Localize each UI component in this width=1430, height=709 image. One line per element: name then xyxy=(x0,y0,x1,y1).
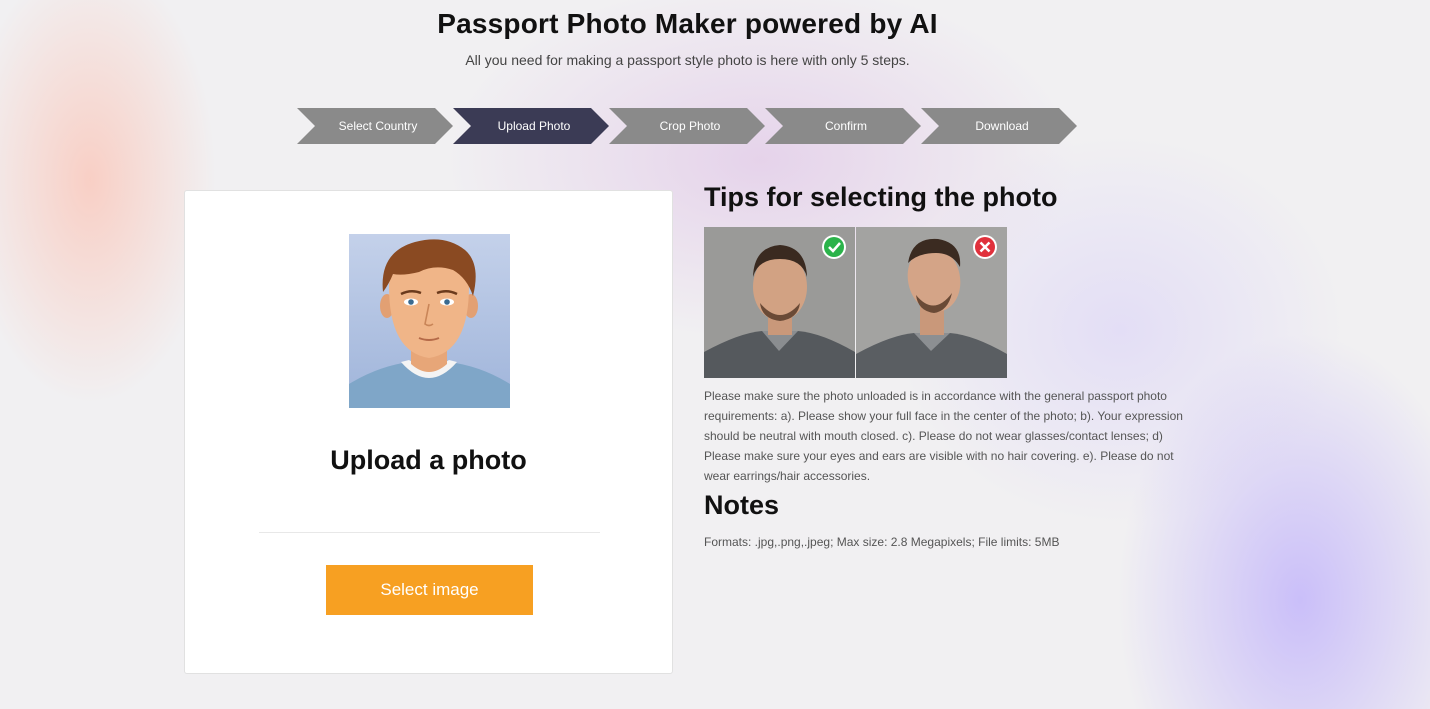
tips-section: Tips for selecting the photo Please make… xyxy=(704,182,1194,549)
step-label: Download xyxy=(975,119,1029,133)
check-icon xyxy=(824,237,844,257)
step-label: Select Country xyxy=(338,119,418,133)
notes-description: Formats: .jpg,.png,.jpeg; Max size: 2.8 … xyxy=(704,535,1060,549)
page-header: Passport Photo Maker powered by AI All y… xyxy=(0,8,1375,68)
select-image-button[interactable]: Select image xyxy=(326,565,533,615)
step-label: Upload Photo xyxy=(497,119,571,133)
upload-card: Upload a photo Select image xyxy=(184,190,673,674)
page-title: Passport Photo Maker powered by AI xyxy=(437,8,938,39)
divider xyxy=(259,532,600,533)
tips-title: Tips for selecting the photo xyxy=(704,182,1058,212)
upload-title: Upload a photo xyxy=(330,445,527,475)
photo-examples xyxy=(704,227,1007,378)
step-crop-photo[interactable]: Crop Photo xyxy=(609,108,765,144)
step-progress: Select Country Upload Photo Crop Photo C… xyxy=(297,108,1077,144)
cartoon-person-icon xyxy=(349,234,510,408)
step-label: Crop Photo xyxy=(659,119,721,133)
bad-example-photo xyxy=(856,227,1007,378)
step-select-country[interactable]: Select Country xyxy=(297,108,453,144)
step-download[interactable]: Download xyxy=(921,108,1077,144)
page-subtitle: All you need for making a passport style… xyxy=(465,52,910,68)
step-confirm[interactable]: Confirm xyxy=(765,108,921,144)
step-upload-photo[interactable]: Upload Photo xyxy=(453,108,609,144)
notes-title: Notes xyxy=(704,490,780,520)
step-label: Confirm xyxy=(824,119,867,133)
tips-description: Please make sure the photo unloaded is i… xyxy=(704,389,1183,483)
good-example-photo xyxy=(704,227,855,378)
